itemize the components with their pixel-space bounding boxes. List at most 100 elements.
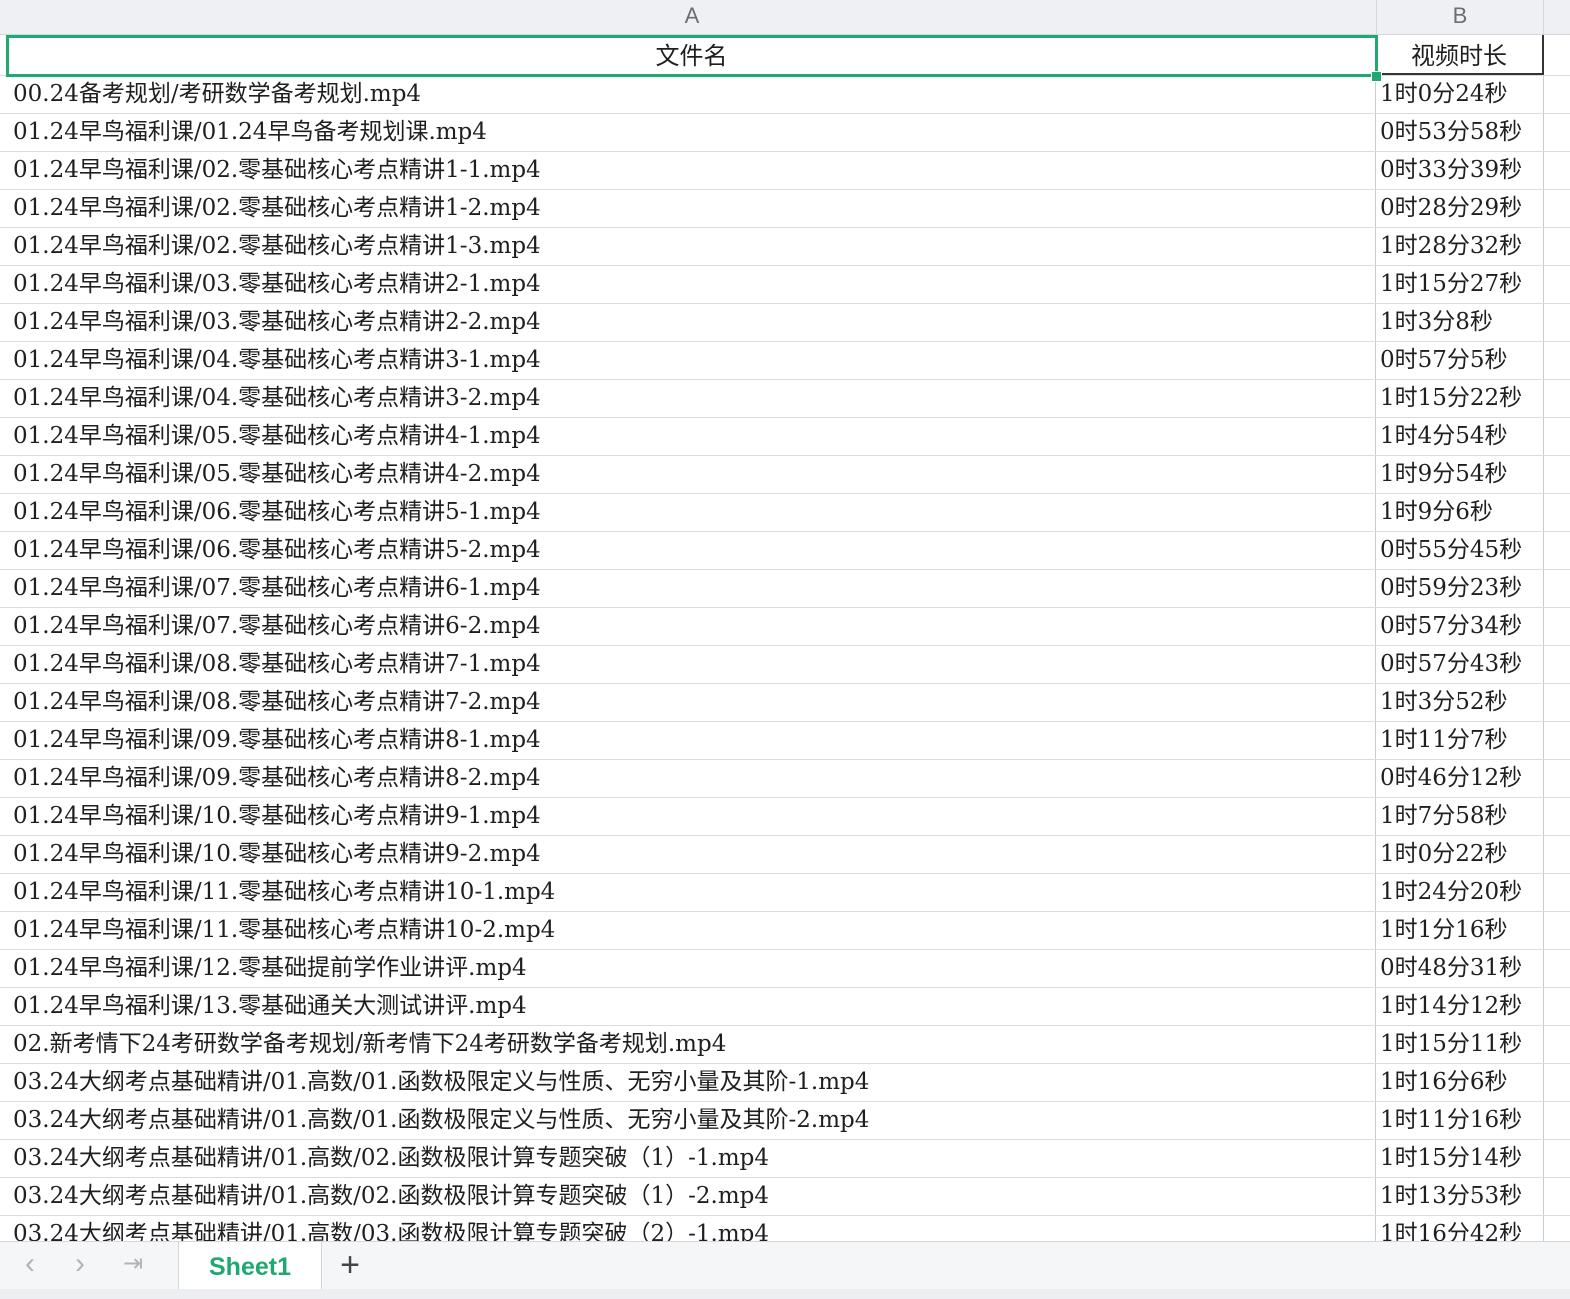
table-row: 01.24早鸟福利课/06.零基础核心考点精讲5-1.mp4 1时9分6秒	[0, 494, 1570, 532]
cell-duration[interactable]: 1时16分42秒	[1376, 1216, 1544, 1241]
cell-duration[interactable]: 0时48分31秒	[1376, 950, 1544, 987]
cell-duration[interactable]: 1时24分20秒	[1376, 874, 1544, 911]
table-row: 01.24早鸟福利课/10.零基础核心考点精讲9-1.mp4 1时7分58秒	[0, 798, 1570, 836]
header-row: 文件名 视频时长	[0, 35, 1570, 76]
table-row: 03.24大纲考点基础精讲/01.高数/01.函数极限定义与性质、无穷小量及其阶…	[0, 1064, 1570, 1102]
cell-duration[interactable]: 1时11分7秒	[1376, 722, 1544, 759]
cell-duration[interactable]: 1时16分6秒	[1376, 1064, 1544, 1101]
cell-duration[interactable]: 0时57分5秒	[1376, 342, 1544, 379]
cell-duration[interactable]: 0时57分34秒	[1376, 608, 1544, 645]
cell-duration[interactable]: 1时9分6秒	[1376, 494, 1544, 531]
add-sheet-icon[interactable]: +	[330, 1242, 370, 1290]
next-sheet-icon[interactable]: ›	[60, 1242, 100, 1288]
cell-duration[interactable]: 1时9分54秒	[1376, 456, 1544, 493]
table-row: 02.新考情下24考研数学备考规划/新考情下24考研数学备考规划.mp4 1时15…	[0, 1026, 1570, 1064]
cell-filename[interactable]: 01.24早鸟福利课/08.零基础核心考点精讲7-2.mp4	[8, 684, 1376, 721]
cell-filename[interactable]: 01.24早鸟福利课/11.零基础核心考点精讲10-2.mp4	[8, 912, 1376, 949]
cell-filename[interactable]: 01.24早鸟福利课/03.零基础核心考点精讲2-2.mp4	[8, 304, 1376, 341]
cell-filename[interactable]: 01.24早鸟福利课/01.24早鸟备考规划课.mp4	[8, 114, 1376, 151]
cell-filename[interactable]: 01.24早鸟福利课/07.零基础核心考点精讲6-1.mp4	[8, 570, 1376, 607]
table-row: 01.24早鸟福利课/09.零基础核心考点精讲8-2.mp4 0时46分12秒	[0, 760, 1570, 798]
table-row: 01.24早鸟福利课/03.零基础核心考点精讲2-2.mp4 1时3分8秒	[0, 304, 1570, 342]
sheet-grid: 文件名 视频时长 00.24备考规划/考研数学备考规划.mp4 1时0分24秒 01…	[0, 35, 1570, 1241]
fill-handle[interactable]	[1371, 71, 1382, 82]
cell-duration[interactable]: 1时15分22秒	[1376, 380, 1544, 417]
table-row: 01.24早鸟福利课/11.零基础核心考点精讲10-2.mp4 1时1分16秒	[0, 912, 1570, 950]
table-row: 01.24早鸟福利课/10.零基础核心考点精讲9-2.mp4 1时0分22秒	[0, 836, 1570, 874]
cell-filename[interactable]: 01.24早鸟福利课/10.零基础核心考点精讲9-1.mp4	[8, 798, 1376, 835]
cell-duration[interactable]: 0时59分23秒	[1376, 570, 1544, 607]
cell-filename[interactable]: 01.24早鸟福利课/09.零基础核心考点精讲8-1.mp4	[8, 722, 1376, 759]
table-row: 01.24早鸟福利课/05.零基础核心考点精讲4-2.mp4 1时9分54秒	[0, 456, 1570, 494]
cell-filename[interactable]: 01.24早鸟福利课/12.零基础提前学作业讲评.mp4	[8, 950, 1376, 987]
cell-duration[interactable]: 0时46分12秒	[1376, 760, 1544, 797]
cell-filename[interactable]: 00.24备考规划/考研数学备考规划.mp4	[8, 76, 1376, 113]
table-row: 03.24大纲考点基础精讲/01.高数/02.函数极限计算专题突破（1）-1.m…	[0, 1140, 1570, 1178]
cell-filename[interactable]: 01.24早鸟福利课/02.零基础核心考点精讲1-2.mp4	[8, 190, 1376, 227]
cell-filename[interactable]: 01.24早鸟福利课/06.零基础核心考点精讲5-2.mp4	[8, 532, 1376, 569]
cell-duration[interactable]: 1时4分54秒	[1376, 418, 1544, 455]
data-rows: 00.24备考规划/考研数学备考规划.mp4 1时0分24秒 01.24早鸟福利课/…	[0, 76, 1570, 1241]
table-row: 01.24早鸟福利课/04.零基础核心考点精讲3-2.mp4 1时15分22秒	[0, 380, 1570, 418]
tab-sheet1[interactable]: Sheet1	[178, 1242, 322, 1290]
table-row: 01.24早鸟福利课/07.零基础核心考点精讲6-2.mp4 0时57分34秒	[0, 608, 1570, 646]
table-row: 01.24早鸟福利课/06.零基础核心考点精讲5-2.mp4 0时55分45秒	[0, 532, 1570, 570]
cell-duration[interactable]: 1时3分8秒	[1376, 304, 1544, 341]
table-row: 01.24早鸟福利课/13.零基础通关大测试讲评.mp4 1时14分12秒	[0, 988, 1570, 1026]
cell-header-duration[interactable]: 视频时长	[1376, 35, 1544, 75]
table-row: 01.24早鸟福利课/02.零基础核心考点精讲1-2.mp4 0时28分29秒	[0, 190, 1570, 228]
cell-duration[interactable]: 0时55分45秒	[1376, 532, 1544, 569]
cell-filename[interactable]: 01.24早鸟福利课/10.零基础核心考点精讲9-2.mp4	[8, 836, 1376, 873]
cell-filename[interactable]: 01.24早鸟福利课/04.零基础核心考点精讲3-2.mp4	[8, 380, 1376, 417]
cell-duration[interactable]: 1时7分58秒	[1376, 798, 1544, 835]
prev-sheet-icon[interactable]: ‹	[10, 1242, 50, 1288]
cell-filename[interactable]: 03.24大纲考点基础精讲/01.高数/03.函数极限计算专题突破（2）-1.m…	[8, 1216, 1376, 1241]
cell-filename[interactable]: 01.24早鸟福利课/07.零基础核心考点精讲6-2.mp4	[8, 608, 1376, 645]
cell-duration[interactable]: 1时3分52秒	[1376, 684, 1544, 721]
cell-duration[interactable]: 0时57分43秒	[1376, 646, 1544, 683]
cell-filename[interactable]: 01.24早鸟福利课/02.零基础核心考点精讲1-1.mp4	[8, 152, 1376, 189]
cell-filename[interactable]: 03.24大纲考点基础精讲/01.高数/01.函数极限定义与性质、无穷小量及其阶…	[8, 1064, 1376, 1101]
table-row: 01.24早鸟福利课/08.零基础核心考点精讲7-1.mp4 0时57分43秒	[0, 646, 1570, 684]
column-header-bar: A B	[0, 0, 1570, 35]
cell-filename[interactable]: 03.24大纲考点基础精讲/01.高数/02.函数极限计算专题突破（1）-1.m…	[8, 1140, 1376, 1177]
cell-filename[interactable]: 01.24早鸟福利课/04.零基础核心考点精讲3-1.mp4	[8, 342, 1376, 379]
last-sheet-icon[interactable]: ⇥	[113, 1242, 153, 1288]
cell-header-filename[interactable]: 文件名	[8, 35, 1376, 75]
cell-filename[interactable]: 03.24大纲考点基础精讲/01.高数/01.函数极限定义与性质、无穷小量及其阶…	[8, 1102, 1376, 1139]
cell-filename[interactable]: 01.24早鸟福利课/02.零基础核心考点精讲1-3.mp4	[8, 228, 1376, 265]
cell-duration[interactable]: 1时13分53秒	[1376, 1178, 1544, 1215]
cell-filename[interactable]: 01.24早鸟福利课/13.零基础通关大测试讲评.mp4	[8, 988, 1376, 1025]
table-row: 01.24早鸟福利课/01.24早鸟备考规划课.mp4 0时53分58秒	[0, 114, 1570, 152]
cell-filename[interactable]: 01.24早鸟福利课/05.零基础核心考点精讲4-1.mp4	[8, 418, 1376, 455]
cell-duration[interactable]: 1时0分24秒	[1376, 76, 1544, 113]
table-row: 01.24早鸟福利课/05.零基础核心考点精讲4-1.mp4 1时4分54秒	[0, 418, 1570, 456]
cell-duration[interactable]: 1时28分32秒	[1376, 228, 1544, 265]
cell-filename[interactable]: 01.24早鸟福利课/06.零基础核心考点精讲5-1.mp4	[8, 494, 1376, 531]
table-row: 01.24早鸟福利课/02.零基础核心考点精讲1-1.mp4 0时33分39秒	[0, 152, 1570, 190]
cell-duration[interactable]: 0时53分58秒	[1376, 114, 1544, 151]
cell-duration[interactable]: 1时0分22秒	[1376, 836, 1544, 873]
table-row: 01.24早鸟福利课/11.零基础核心考点精讲10-1.mp4 1时24分20秒	[0, 874, 1570, 912]
cell-duration[interactable]: 0时33分39秒	[1376, 152, 1544, 189]
cell-duration[interactable]: 1时14分12秒	[1376, 988, 1544, 1025]
cell-filename[interactable]: 01.24早鸟福利课/08.零基础核心考点精讲7-1.mp4	[8, 646, 1376, 683]
cell-filename[interactable]: 01.24早鸟福利课/11.零基础核心考点精讲10-1.mp4	[8, 874, 1376, 911]
cell-filename[interactable]: 01.24早鸟福利课/05.零基础核心考点精讲4-2.mp4	[8, 456, 1376, 493]
cell-duration[interactable]: 1时15分27秒	[1376, 266, 1544, 303]
cell-duration[interactable]: 1时11分16秒	[1376, 1102, 1544, 1139]
cell-filename[interactable]: 03.24大纲考点基础精讲/01.高数/02.函数极限计算专题突破（1）-2.m…	[8, 1178, 1376, 1215]
column-header-b[interactable]: B	[1377, 0, 1544, 34]
cell-filename[interactable]: 01.24早鸟福利课/09.零基础核心考点精讲8-2.mp4	[8, 760, 1376, 797]
table-row: 01.24早鸟福利课/12.零基础提前学作业讲评.mp4 0时48分31秒	[0, 950, 1570, 988]
cell-filename[interactable]: 02.新考情下24考研数学备考规划/新考情下24考研数学备考规划.mp4	[8, 1026, 1376, 1063]
column-header-a[interactable]: A	[8, 0, 1377, 34]
cell-duration[interactable]: 0时28分29秒	[1376, 190, 1544, 227]
cell-duration[interactable]: 1时15分14秒	[1376, 1140, 1544, 1177]
cell-filename[interactable]: 01.24早鸟福利课/03.零基础核心考点精讲2-1.mp4	[8, 266, 1376, 303]
cell-duration[interactable]: 1时15分11秒	[1376, 1026, 1544, 1063]
table-row: 01.24早鸟福利课/04.零基础核心考点精讲3-1.mp4 0时57分5秒	[0, 342, 1570, 380]
table-row: 01.24早鸟福利课/07.零基础核心考点精讲6-1.mp4 0时59分23秒	[0, 570, 1570, 608]
table-row: 01.24早鸟福利课/09.零基础核心考点精讲8-1.mp4 1时11分7秒	[0, 722, 1570, 760]
cell-duration[interactable]: 1时1分16秒	[1376, 912, 1544, 949]
